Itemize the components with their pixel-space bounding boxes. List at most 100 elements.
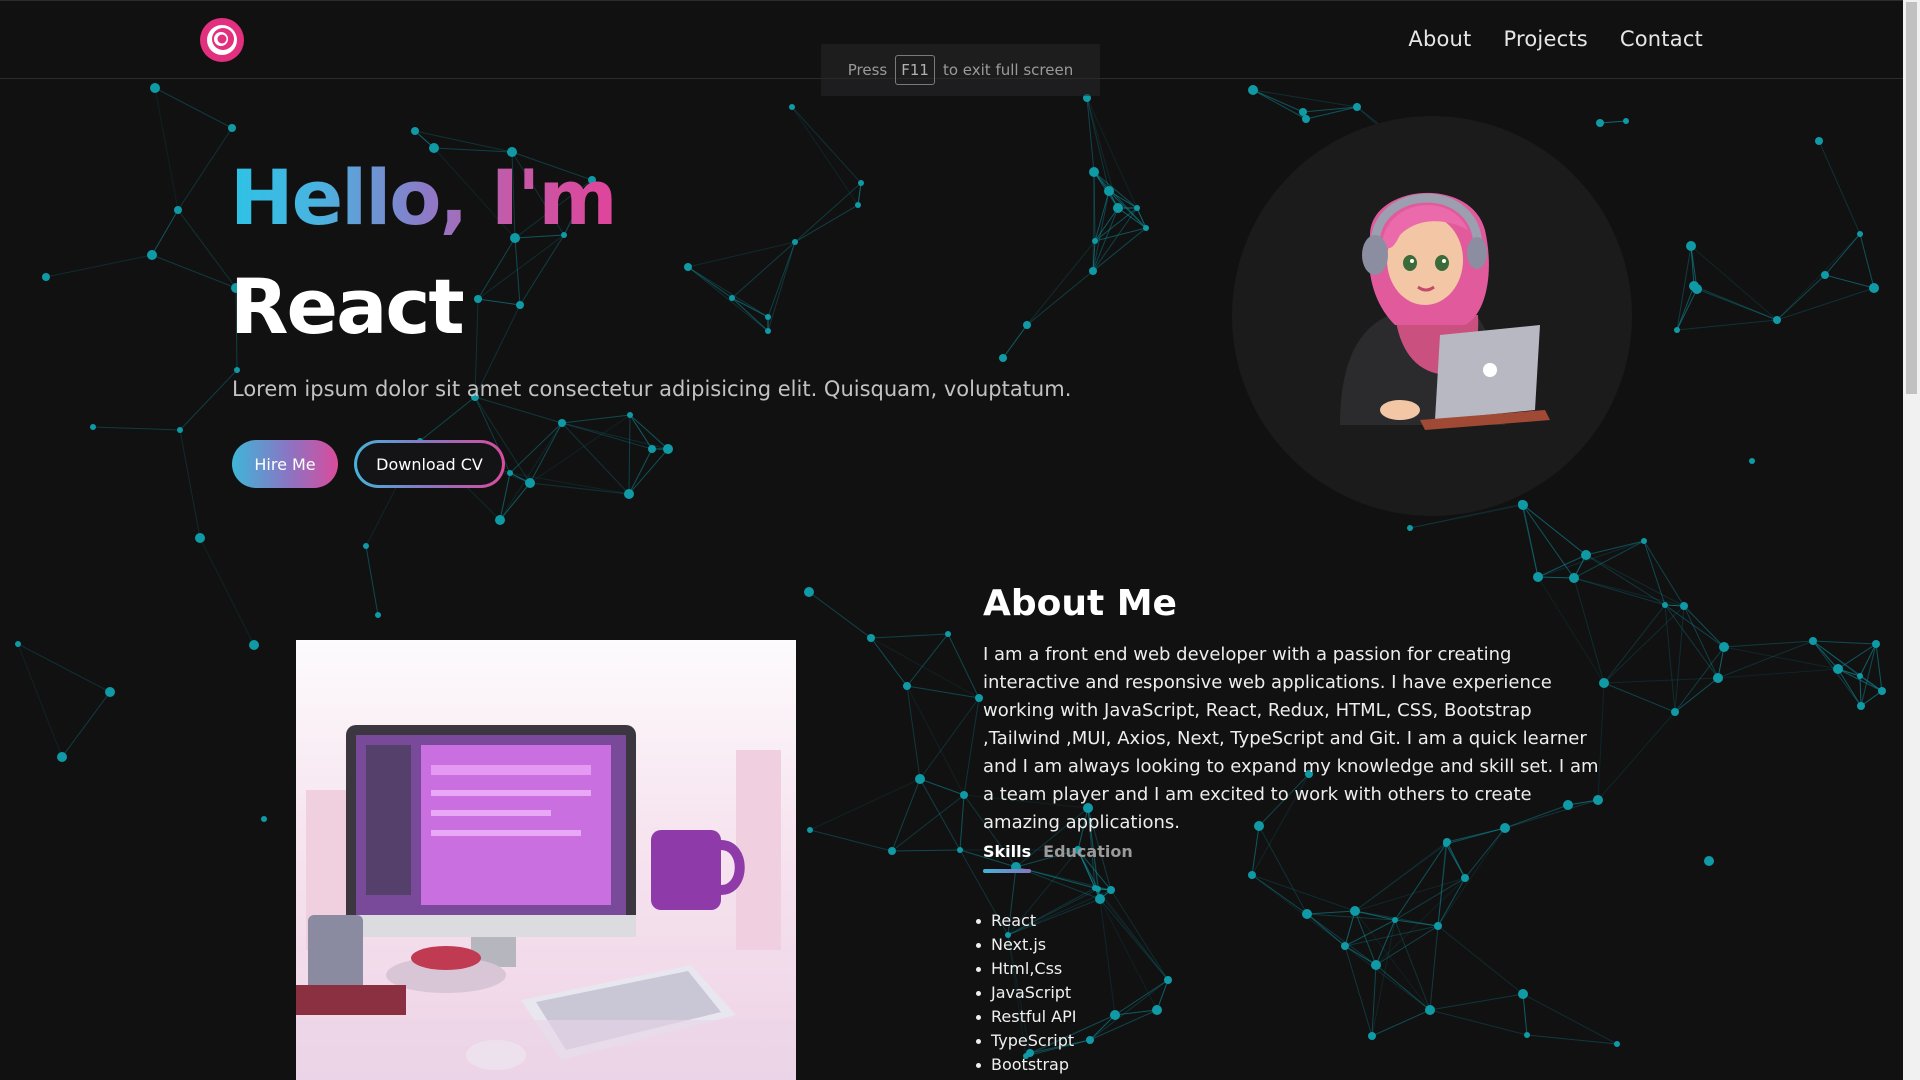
spiral-logo-icon[interactable] [199, 17, 245, 63]
network-node [789, 104, 795, 110]
network-link [1302, 106, 1358, 113]
network-node [261, 816, 267, 822]
network-link [365, 545, 379, 616]
network-node [807, 827, 813, 833]
network-link [1696, 288, 1778, 321]
network-link [1683, 605, 1725, 648]
network-node [804, 587, 814, 597]
network-link [767, 241, 796, 332]
network-link [1258, 825, 1308, 915]
network-node [1092, 238, 1098, 244]
network-node [945, 631, 951, 637]
network-node [1533, 572, 1543, 582]
network-node [648, 445, 656, 453]
network-link [154, 87, 233, 129]
network-node [1350, 906, 1360, 916]
network-node [1341, 942, 1349, 950]
network-node [960, 791, 968, 799]
network-link [1537, 576, 1575, 579]
network-link [1859, 233, 1875, 289]
network-node [1581, 550, 1591, 560]
network-node [1089, 167, 1099, 177]
hire-me-button[interactable]: Hire Me [232, 440, 338, 488]
network-link [1776, 287, 1875, 321]
network-node [903, 682, 911, 690]
network-node [1095, 886, 1101, 892]
network-node [1686, 241, 1696, 251]
network-link [1354, 841, 1448, 912]
network-node [999, 354, 1007, 362]
network-link [870, 633, 949, 639]
network-node [1773, 316, 1781, 324]
network-link [1676, 285, 1695, 331]
network-node [105, 687, 115, 697]
scrollbar-thumb[interactable] [1906, 2, 1917, 394]
network-link [1812, 640, 1877, 645]
network-link [1776, 233, 1861, 321]
network-link [1251, 874, 1356, 912]
network-node [1302, 909, 1312, 919]
hero-greeting: Hello, I'm [230, 153, 618, 242]
nav-link-about[interactable]: About [1408, 27, 1471, 51]
tab-skills[interactable]: Skills [983, 842, 1032, 873]
fullscreen-tip-before: Press [847, 61, 888, 79]
network-node [684, 263, 692, 271]
network-link [1664, 604, 1725, 648]
network-node [627, 412, 633, 418]
skills-list: React Next.js Html,Css JavaScript Restfu… [975, 909, 1076, 1077]
network-node [1248, 85, 1258, 95]
network-node [765, 314, 771, 320]
network-node [1641, 538, 1647, 544]
network-node [1461, 874, 1469, 882]
network-node [1302, 115, 1310, 123]
download-cv-button[interactable]: Download CV [354, 440, 505, 488]
network-link [1664, 604, 1676, 713]
tab-education[interactable]: Education [1043, 842, 1133, 873]
hero-name: React [230, 262, 465, 351]
network-link [1394, 877, 1466, 921]
network-link [1099, 898, 1116, 1016]
network-link [959, 794, 965, 851]
network-node [1857, 673, 1863, 679]
network-link [1603, 677, 1719, 684]
network-node [1089, 267, 1097, 275]
network-link [1676, 319, 1778, 331]
network-node [474, 295, 482, 303]
network-node [177, 427, 183, 433]
network-node [1719, 642, 1729, 652]
network-node [1443, 838, 1451, 846]
network-link [1252, 89, 1304, 113]
network-node [1107, 886, 1115, 894]
network-link [17, 643, 63, 758]
nav-links: About Projects Contact [1408, 27, 1703, 51]
network-node [1152, 1005, 1162, 1015]
network-node [1425, 1005, 1435, 1015]
network-link [1094, 190, 1110, 242]
network-link [561, 422, 653, 450]
network-node [1623, 118, 1629, 124]
network-link [628, 414, 631, 495]
network-link [1537, 554, 1587, 578]
network-node [429, 143, 439, 153]
network-link [1643, 540, 1666, 606]
network-node [1371, 960, 1381, 970]
nav-link-projects[interactable]: Projects [1504, 27, 1588, 51]
developer-avatar-illustration [1340, 192, 1550, 430]
network-node [1353, 103, 1361, 111]
network-link [791, 106, 859, 206]
fullscreen-tip-after: to exit full screen [942, 61, 1074, 79]
network-node [1524, 1032, 1530, 1038]
network-node [516, 301, 524, 309]
network-link [1824, 233, 1861, 276]
network-link [1089, 1014, 1116, 1041]
network-link [1429, 1009, 1528, 1036]
network-node [1680, 602, 1688, 610]
network-link [529, 422, 563, 484]
network-link [419, 396, 476, 442]
network-link [906, 685, 921, 780]
network-link [1375, 925, 1439, 966]
nav-link-contact[interactable]: Contact [1620, 27, 1703, 51]
network-node [15, 641, 21, 647]
vertical-scrollbar[interactable] [1903, 0, 1920, 1080]
network-link [1674, 605, 1685, 713]
